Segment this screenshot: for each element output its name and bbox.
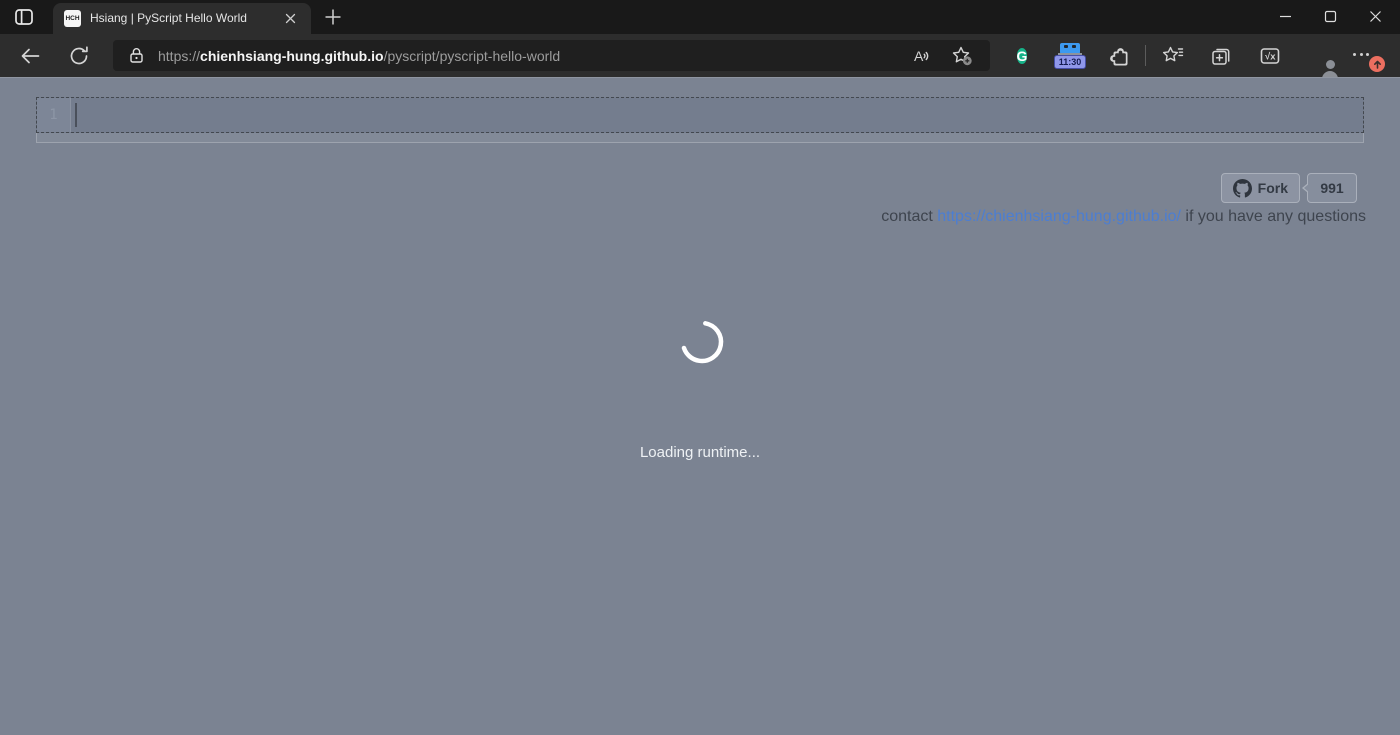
extension-clock-button[interactable]: 11:30 xyxy=(1053,41,1087,71)
back-arrow-icon xyxy=(18,44,42,68)
contact-link[interactable]: https://chienhsiang-hung.github.io/ xyxy=(937,208,1181,225)
fork-count-badge[interactable]: 991 xyxy=(1302,173,1357,203)
maximize-icon xyxy=(1308,0,1353,33)
loading-spinner xyxy=(678,318,726,366)
ssl-lock-icon[interactable] xyxy=(129,47,144,64)
line-number: 1 xyxy=(49,107,58,123)
favorites-button[interactable] xyxy=(1160,43,1186,69)
tab-actions-menu-button[interactable] xyxy=(13,6,35,28)
tab-title: Hsiang | PyScript Hello World xyxy=(90,11,247,25)
close-icon xyxy=(1353,0,1398,33)
github-octocat-icon xyxy=(1232,178,1252,198)
plus-icon xyxy=(322,6,344,28)
close-icon xyxy=(282,10,299,27)
extensions-menu-button[interactable] xyxy=(1107,43,1133,69)
text-cursor xyxy=(75,103,77,127)
window-minimize-button[interactable] xyxy=(1263,0,1308,33)
browser-update-badge xyxy=(1369,56,1385,72)
refresh-icon xyxy=(67,44,91,68)
svg-text:A: A xyxy=(914,48,924,64)
clock-slot-icon xyxy=(1064,44,1068,48)
arrow-up-icon xyxy=(1373,60,1381,69)
title-bar: HCH Hsiang | PyScript Hello World xyxy=(0,0,1400,34)
window-close-button[interactable] xyxy=(1353,0,1398,33)
repl-output-area xyxy=(36,133,1364,143)
extension-grammarly-button[interactable]: G xyxy=(1009,43,1035,69)
fork-button-label: Fork xyxy=(1257,180,1288,196)
page-content: 1 Fork 991 contact https://chienhsiang-h… xyxy=(0,77,1400,735)
toolbar-divider xyxy=(1145,45,1146,66)
extension-math-solver-button[interactable]: √x xyxy=(1257,43,1283,69)
minimize-icon xyxy=(1263,0,1308,33)
browser-toolbar: https://chienhsiang-hung.github.io/pyscr… xyxy=(0,34,1400,83)
ellipsis-icon xyxy=(1353,53,1369,56)
python-repl-editor[interactable]: 1 xyxy=(36,97,1364,133)
url-scheme: https:// xyxy=(158,47,201,64)
read-aloud-button[interactable]: A xyxy=(910,44,934,68)
back-button[interactable] xyxy=(18,44,42,68)
clock-slot-icon xyxy=(1072,44,1076,48)
profile-button[interactable] xyxy=(1305,43,1338,83)
url-path: /pyscript/pyscript-hello-world xyxy=(383,47,561,64)
github-fork-button[interactable]: Fork xyxy=(1220,173,1300,203)
collections-icon xyxy=(1208,43,1234,69)
favorites-star-icon xyxy=(1160,43,1186,69)
refresh-button[interactable] xyxy=(67,44,91,68)
add-favorite-button[interactable] xyxy=(950,44,974,68)
read-aloud-icon: A xyxy=(910,44,934,68)
math-solver-icon: √x xyxy=(1257,43,1283,69)
loading-status-text: Loading runtime... xyxy=(639,444,761,461)
vertical-tabs-icon xyxy=(13,6,35,28)
browser-window: HCH Hsiang | PyScript Hello World https:… xyxy=(0,0,1400,735)
github-fork-widget: Fork 991 xyxy=(1220,173,1357,203)
contact-text: contact https://chienhsiang-hung.github.… xyxy=(881,208,1366,226)
collections-button[interactable] xyxy=(1208,43,1234,69)
url-domain: chienhsiang-hung.github.io xyxy=(200,47,384,64)
math-label: √x xyxy=(1265,52,1276,63)
grammarly-icon: G xyxy=(1016,48,1028,64)
url-text: https://chienhsiang-hung.github.io/pyscr… xyxy=(158,48,560,64)
browser-tab[interactable]: HCH Hsiang | PyScript Hello World xyxy=(53,3,311,34)
star-plus-icon xyxy=(950,44,974,68)
new-tab-button[interactable] xyxy=(322,6,344,28)
contact-prefix: contact xyxy=(881,208,938,225)
window-maximize-button[interactable] xyxy=(1308,0,1353,33)
clock-time-badge: 11:30 xyxy=(1054,55,1086,69)
editor-gutter: 1 xyxy=(37,98,71,132)
site-favicon: HCH xyxy=(64,10,81,27)
address-bar[interactable]: https://chienhsiang-hung.github.io/pyscr… xyxy=(113,40,990,71)
puzzle-icon xyxy=(1107,43,1133,69)
contact-suffix: if you have any questions xyxy=(1180,208,1366,225)
tab-close-button[interactable] xyxy=(282,10,299,27)
